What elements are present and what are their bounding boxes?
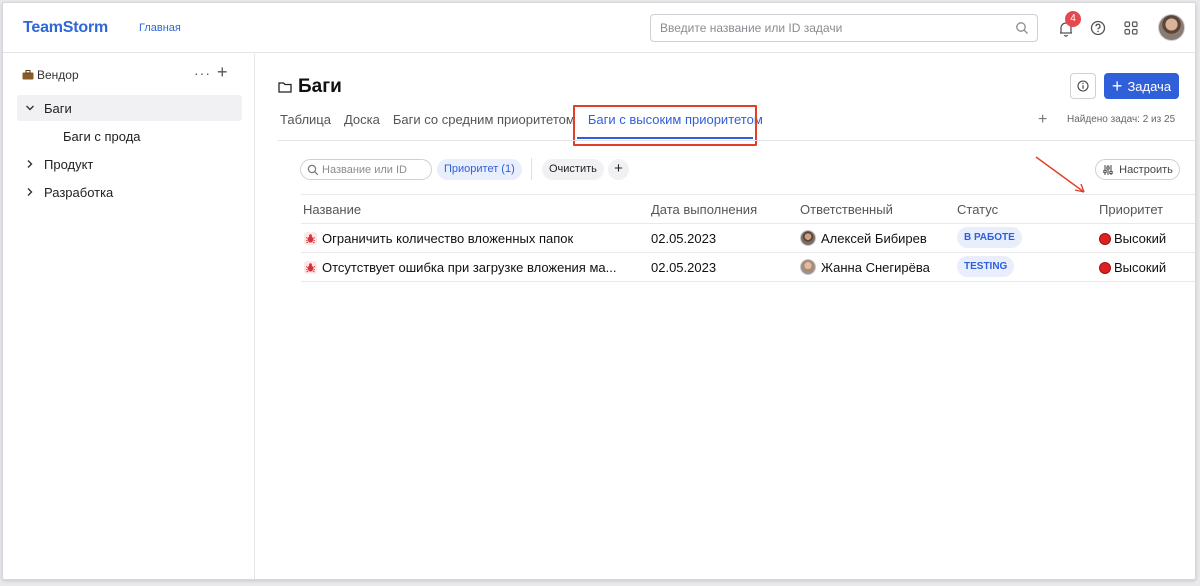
sidebar-item-label: Продукт <box>44 156 94 172</box>
task-owner[interactable]: Жанна Снегирёва <box>800 259 930 275</box>
table-row[interactable]: Отсутствует ошибка при загрузке вложения… <box>301 253 1195 282</box>
task-due-date: 02.05.2023 <box>651 260 717 275</box>
add-filter-button[interactable]: + <box>608 159 629 180</box>
task-due-date: 02.05.2023 <box>651 231 717 246</box>
sidebar: Вендор ··· + Баги Баги с прода Продукт Р… <box>3 54 255 579</box>
chevron-right-icon[interactable] <box>22 184 38 200</box>
folder-icon <box>278 82 292 93</box>
tab-table[interactable]: Таблица <box>278 112 337 140</box>
task-name[interactable]: Ограничить количество вложенных папок <box>322 231 573 246</box>
global-search-input[interactable] <box>651 15 1011 41</box>
add-icon[interactable]: + <box>217 62 228 83</box>
status-badge[interactable]: В РАБОТЕ <box>957 227 1022 248</box>
more-icon[interactable]: ··· <box>194 65 211 81</box>
column-header-owner[interactable]: Ответственный <box>800 202 893 217</box>
task-status[interactable]: В РАБОТЕ <box>957 227 1022 248</box>
table-row[interactable]: Ограничить количество вложенных папок 02… <box>301 224 1195 253</box>
page-title-text: Баги <box>298 76 342 97</box>
global-search[interactable] <box>650 14 1038 42</box>
priority-label: Высокий <box>1114 260 1167 275</box>
sidebar-subitem-prod-bugs[interactable]: Баги с прода <box>63 129 141 144</box>
briefcase-icon <box>22 70 34 80</box>
filter-search[interactable] <box>300 159 432 180</box>
search-icon <box>307 164 319 176</box>
task-priority[interactable]: Высокий <box>1099 231 1166 246</box>
configure-label: Настроить <box>1119 163 1173 176</box>
help-icon[interactable] <box>1090 20 1106 36</box>
sidebar-item-development[interactable]: Разработка <box>17 179 242 205</box>
new-task-button[interactable]: + Задача <box>1104 73 1179 99</box>
task-name[interactable]: Отсутствует ошибка при загрузке вложения… <box>322 260 616 275</box>
status-badge[interactable]: TESTING <box>957 256 1015 277</box>
home-link[interactable]: Главная <box>139 22 181 34</box>
user-avatar[interactable] <box>1158 14 1185 41</box>
main-content: Баги + Задача Таблица Доска Баги со сред… <box>256 54 1195 579</box>
notification-badge: 4 <box>1065 11 1081 27</box>
owner-name: Алексей Бибирев <box>821 230 927 246</box>
avatar <box>800 230 816 246</box>
task-priority[interactable]: Высокий <box>1099 260 1166 275</box>
sliders-icon <box>1103 164 1113 175</box>
tabs-divider <box>278 140 1195 141</box>
tab-board[interactable]: Доска <box>338 112 386 140</box>
add-view-icon[interactable]: + <box>1038 111 1047 129</box>
space-name: Вендор <box>37 68 79 82</box>
bug-icon <box>304 261 317 274</box>
tab-medium-priority-bugs[interactable]: Баги со средним приоритетом <box>387 112 581 140</box>
plus-icon: + <box>1111 76 1123 96</box>
sidebar-item-label: Баги <box>44 100 72 116</box>
column-header-name[interactable]: Название <box>303 202 361 217</box>
info-button[interactable] <box>1070 73 1096 99</box>
table-header: Название Дата выполнения Ответственный С… <box>301 194 1195 224</box>
avatar <box>800 259 816 275</box>
app-logo[interactable]: TeamStorm <box>23 19 108 37</box>
bug-icon <box>304 232 317 245</box>
priority-high-icon <box>1099 232 1111 245</box>
priority-filter-chip[interactable]: Приоритет (1) <box>437 159 522 180</box>
info-icon <box>1077 80 1089 92</box>
filter-search-input[interactable] <box>322 160 432 179</box>
found-count: Найдено задач: 2 из 25 <box>1067 114 1176 125</box>
app-window: TeamStorm Главная 4 Вендор ··· + Баги Ба… <box>2 2 1196 580</box>
column-header-status[interactable]: Статус <box>957 202 998 217</box>
annotation-arrow <box>1035 156 1085 193</box>
configure-button[interactable]: Настроить <box>1095 159 1180 180</box>
priority-high-icon <box>1099 261 1111 274</box>
owner-name: Жанна Снегирёва <box>821 259 930 275</box>
new-task-label: Задача <box>1127 78 1172 94</box>
space-header[interactable]: Вендор <box>22 68 79 82</box>
chevron-right-icon[interactable] <box>22 156 38 172</box>
clear-filters-button[interactable]: Очистить <box>542 159 604 180</box>
sidebar-item-product[interactable]: Продукт <box>17 151 242 177</box>
column-header-priority[interactable]: Приоритет <box>1099 202 1163 217</box>
task-status[interactable]: TESTING <box>957 256 1015 277</box>
chevron-down-icon[interactable] <box>22 100 38 116</box>
page-title: Баги <box>278 76 342 98</box>
apps-grid-icon[interactable] <box>1124 21 1138 35</box>
top-bar: TeamStorm Главная 4 <box>3 3 1195 53</box>
column-header-due[interactable]: Дата выполнения <box>651 202 757 217</box>
sidebar-item-label: Разработка <box>44 184 114 200</box>
task-owner[interactable]: Алексей Бибирев <box>800 230 927 246</box>
priority-label: Высокий <box>1114 231 1167 246</box>
search-icon <box>1016 22 1028 34</box>
filter-divider <box>531 158 532 180</box>
tasks-table: Название Дата выполнения Ответственный С… <box>301 194 1195 282</box>
sidebar-item-bugs[interactable]: Баги <box>17 95 242 121</box>
